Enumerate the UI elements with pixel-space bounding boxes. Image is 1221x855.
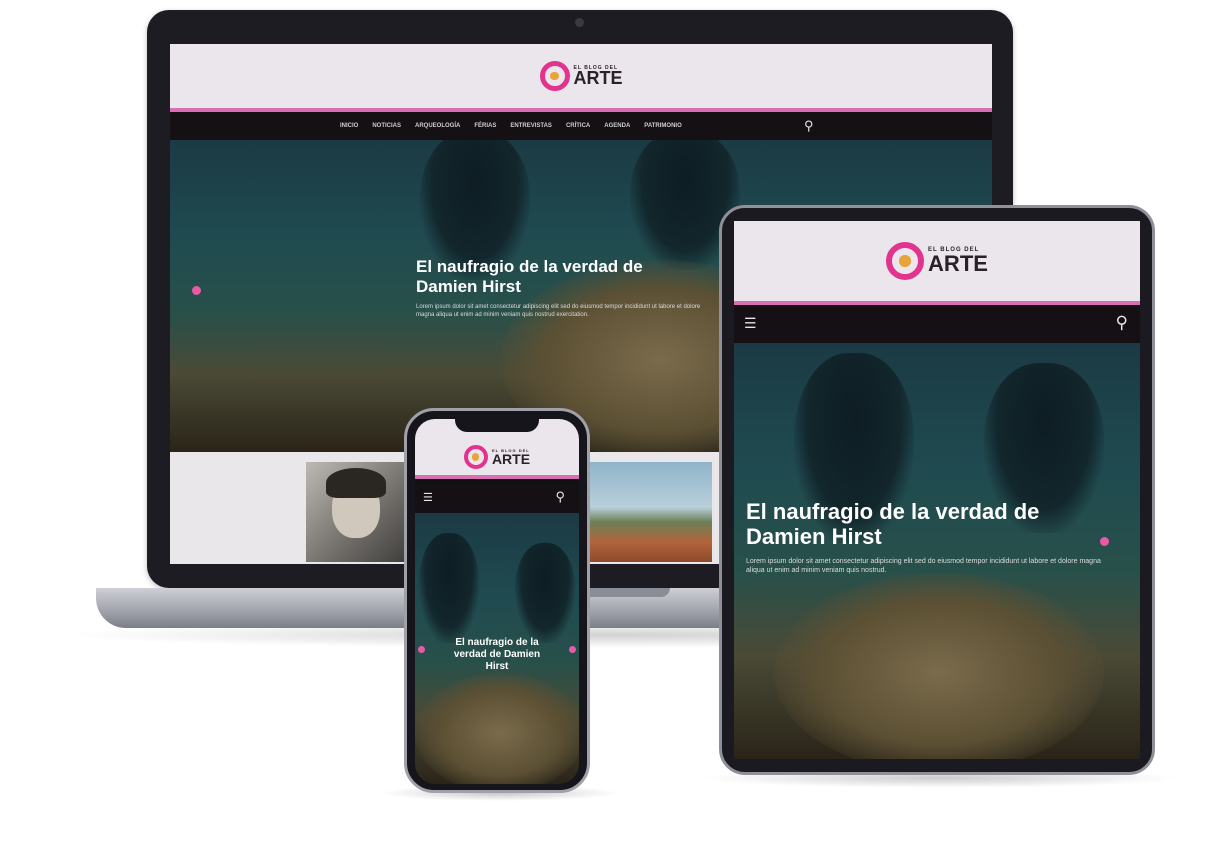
nav-link[interactable]: INICIO [340,123,358,129]
hero-title-line3: Hirst [485,661,509,672]
slider-next-dot[interactable] [1100,537,1109,546]
tablet-hero-slider[interactable]: El naufragio de la verdad de Damien Hirs… [734,343,1140,759]
search-icon[interactable]: ⚲ [804,118,814,134]
nav-link[interactable]: CRÍTICA [566,123,590,129]
hero-title-line1: El naufragio de la verdad de [746,499,1040,524]
tablet-screen: EL BLOG DEL ARTE ☰ ⚲ El naufragio de la … [734,221,1140,759]
phone-hero-slider[interactable]: El naufragio de la verdad de Damien Hirs… [415,513,579,784]
sunken-statue [415,673,579,784]
nav-link[interactable]: NOTICIAS [372,123,401,129]
menu-icon[interactable]: ☰ [423,491,433,504]
nav-link[interactable]: PATRIMONIO [644,123,681,129]
slider-next-dot[interactable] [569,646,576,653]
tablet-site-header: EL BLOG DEL ARTE [734,221,1140,305]
nav-links: INICIO NOTICIAS ARQUEOLOGÍA FÉRIAS ENTREVIST… [340,123,682,129]
laptop-camera [575,18,584,27]
hero-title-line1: El naufragio de la verdad de [416,257,643,276]
nav-link[interactable]: AGENDA [604,123,630,129]
article-card-portrait[interactable] [306,462,416,562]
hero-title-line2: Damien Hirst [416,277,521,296]
logo-ring-icon [539,61,570,91]
tablet-hero-title[interactable]: El naufragio de la verdad de Damien Hirs… [746,499,1126,549]
phone-notch [455,416,539,432]
slider-prev-dot[interactable] [192,286,201,295]
hero-title-line1: El naufragio de la [455,637,539,648]
tablet-nav: ☰ ⚲ [734,305,1140,343]
nav-link[interactable]: FÉRIAS [474,123,496,129]
logo-ring-icon [463,445,488,469]
main-nav: INICIO NOTICIAS ARQUEOLOGÍA FÉRIAS ENTREVIST… [170,112,992,140]
hero-excerpt: Lorem ipsum dolor sit amet consectetur a… [416,304,701,318]
menu-icon[interactable]: ☰ [744,315,757,332]
nav-link[interactable]: ARQUEOLOGÍA [415,123,460,129]
site-header: EL BLOG DEL ARTE [170,44,992,112]
phone-nav: ☰ ⚲ [415,483,579,513]
portrait-hair [326,468,386,498]
site-logo[interactable]: EL BLOG DEL ARTE [539,61,623,91]
diver-left [419,533,479,643]
slider-prev-dot[interactable] [418,646,425,653]
tablet-site-logo[interactable]: EL BLOG DEL ARTE [886,242,988,280]
search-icon[interactable]: ⚲ [1116,313,1128,333]
search-icon[interactable]: ⚲ [555,489,565,505]
logo-ring-icon [886,242,925,280]
diver-right [515,543,575,643]
phone-screen: EL BLOG DEL ARTE ☰ ⚲ El naufragio de la … [415,419,579,784]
logo-title: ARTE [928,250,988,276]
logo-title: ARTE [573,68,623,89]
tablet-hero-excerpt: Lorem ipsum dolor sit amet consectetur a… [746,558,1101,574]
article-card-landscape[interactable] [590,462,712,562]
phone-hero-title[interactable]: El naufragio de la verdad de Damien Hirs… [429,637,565,673]
sunken-statue [774,573,1104,759]
logo-title: ARTE [491,450,531,467]
phone-site-logo[interactable]: EL BLOG DEL ARTE [463,445,531,469]
hero-title-line2: Damien Hirst [746,524,882,549]
nav-link[interactable]: ENTREVISTAS [510,123,552,129]
hero-title-line2: verdad de Damien [453,649,541,660]
hero-title[interactable]: El naufragio de la verdad de Damien Hirs… [416,257,736,297]
